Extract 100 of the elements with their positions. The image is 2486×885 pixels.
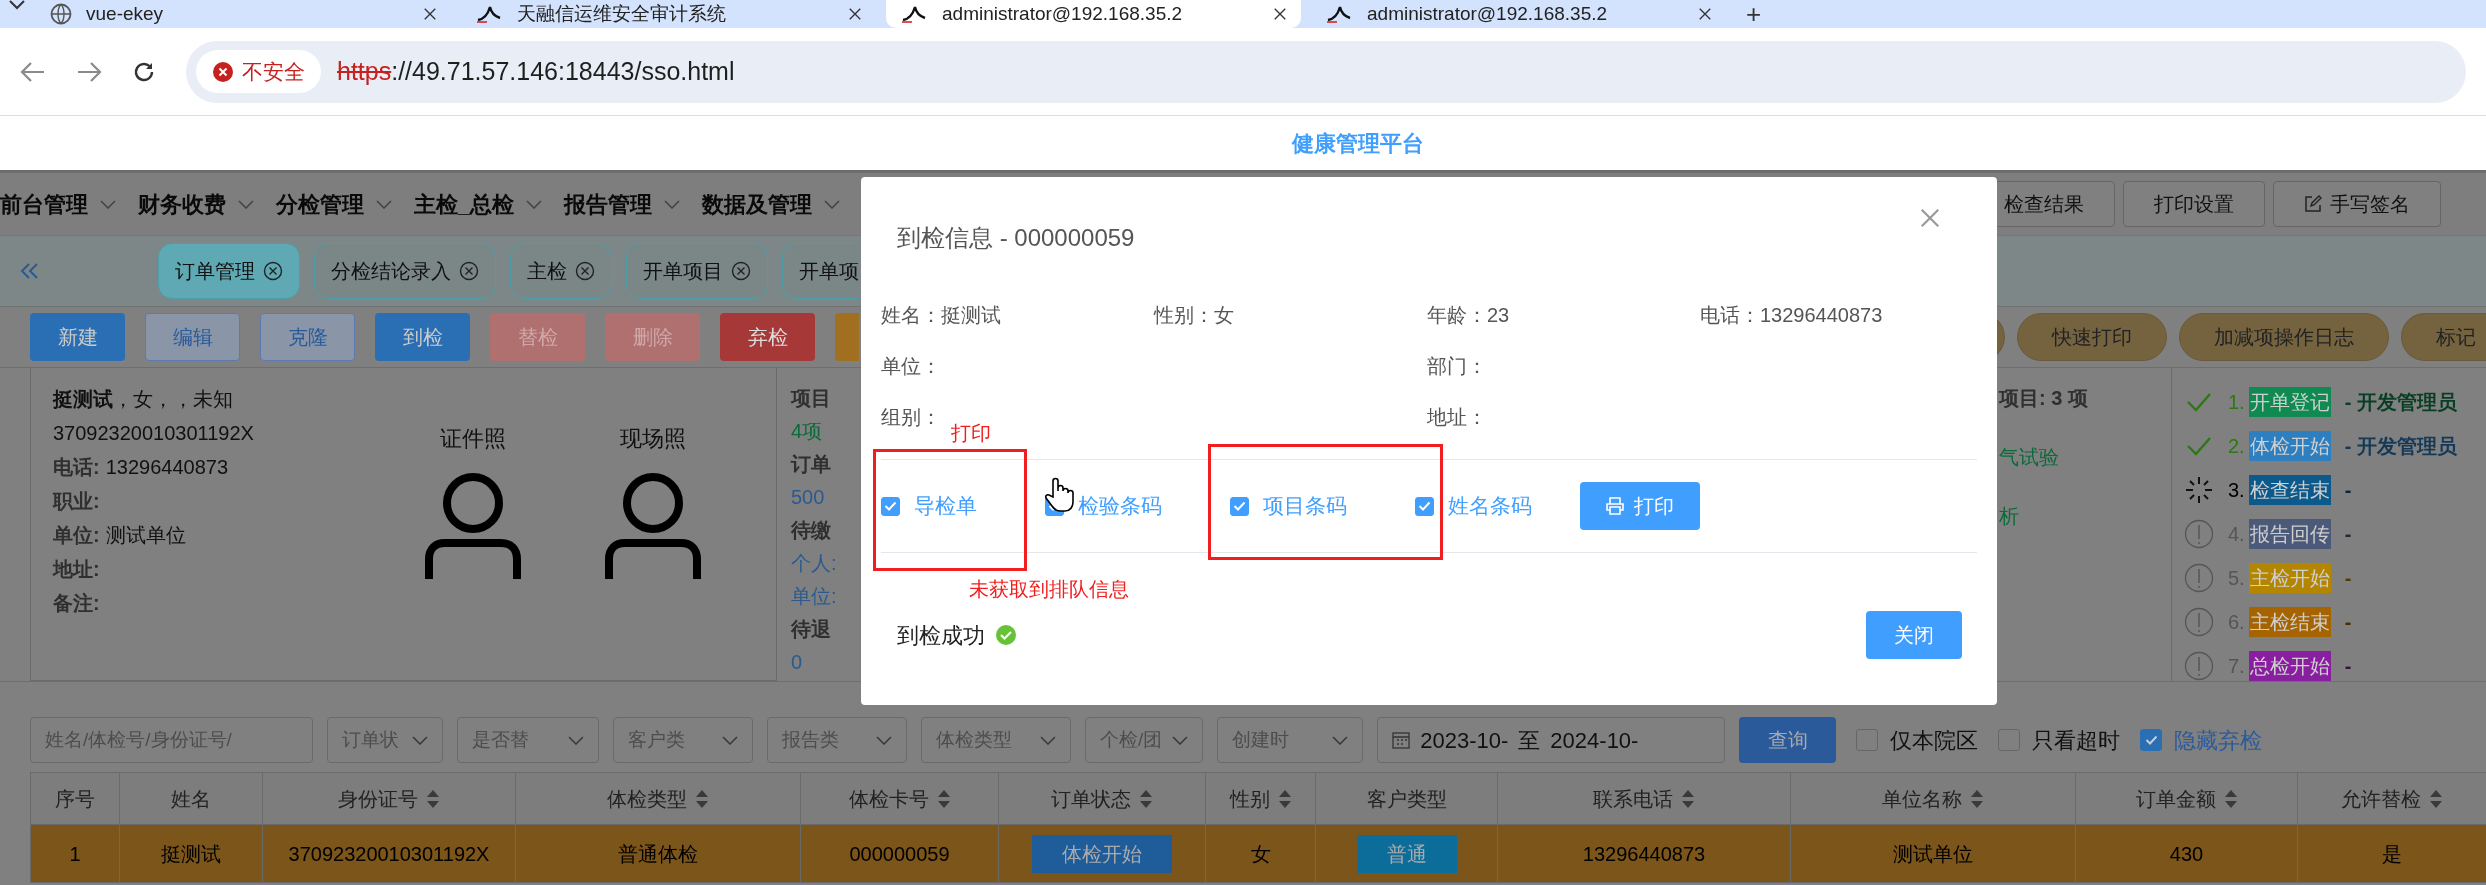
pill-button[interactable]: 加减项操作日志: [2179, 313, 2389, 361]
warning-icon: [212, 60, 234, 83]
header-label: 体检类型: [607, 786, 687, 812]
field-value: 13296440873: [105, 455, 229, 480]
close-icon[interactable]: [848, 7, 862, 21]
browser-tab[interactable]: vue-ekey: [36, 0, 451, 28]
patient-summary: 挺测试，女，，未知: [53, 387, 234, 412]
query-button[interactable]: 查询: [1739, 717, 1837, 763]
security-chip[interactable]: 不安全: [196, 49, 321, 94]
spinner-icon: [2184, 475, 2214, 505]
page-tab[interactable]: 主检: [510, 243, 612, 299]
operator-text: - 开发管理员: [2344, 390, 2457, 415]
browser-tab[interactable]: administrator@192.168.35.2: [886, 0, 1301, 28]
summary-label: 项目: 3 项: [1999, 386, 2089, 411]
page-tab[interactable]: 开单项: [782, 243, 859, 299]
hand-cursor-icon: [1044, 477, 1074, 513]
double-chevron-left-icon[interactable]: [20, 262, 40, 280]
close-button[interactable]: 关闭: [1866, 611, 1962, 659]
check-circle-icon: [995, 624, 1017, 646]
chevron-down-icon[interactable]: [8, 0, 26, 10]
header-label: 体检卡号: [848, 786, 929, 812]
checkbox-label: 导检单: [914, 493, 977, 520]
chevron-down-icon: [1332, 735, 1349, 745]
checkbox[interactable]: [881, 496, 900, 516]
toolbar-button[interactable]: 打印设置: [2123, 181, 2265, 227]
operator-text: -: [2344, 654, 2352, 679]
summary-label: 订单: [791, 452, 832, 477]
type-tag: 普通: [1356, 834, 1457, 873]
menu-item[interactable]: 分检管理: [276, 187, 392, 221]
field-value: 测试单位: [105, 523, 186, 548]
chevron-down-icon: [526, 199, 543, 209]
info-field: 年龄：23: [1427, 300, 1700, 330]
menu-item[interactable]: 前台管理: [0, 187, 116, 221]
table-cell: 挺测试: [119, 824, 263, 883]
pill-button[interactable]: 快速打印: [2017, 313, 2167, 361]
action-button[interactable]: 到检: [375, 313, 470, 361]
toolbar-button[interactable]: 手写签名: [2273, 181, 2441, 227]
info-field: 性别：女: [1154, 300, 1427, 330]
menu-item[interactable]: 报告管理: [564, 187, 681, 221]
check-icon: [884, 501, 897, 511]
checkbox-label: 项目条码: [1263, 493, 1347, 520]
browser-tab[interactable]: administrator@192.168.35.2: [1311, 0, 1726, 28]
chevron-down-icon: [664, 199, 681, 209]
action-button[interactable]: 弃检: [720, 313, 815, 361]
menu-label: 前台管理: [0, 190, 88, 219]
chevron-down-icon: [1040, 735, 1056, 745]
tab-title: administrator@192.168.35.2: [1367, 1, 1609, 26]
table-row[interactable]: 1 挺测试 37092320010301192X 普通体检 000000059 体检开始 女 普通 13296440873 测试单位 430 是: [30, 824, 2486, 883]
check-icon: [1418, 501, 1431, 511]
info-field: 电话：13296440873: [1700, 300, 1973, 330]
checkbox[interactable]: [2140, 729, 2163, 751]
checkbox[interactable]: [1998, 729, 2021, 751]
result-text: 到检成功: [897, 621, 985, 650]
checkbox-label: 隐藏弃检: [2174, 726, 2263, 755]
tab-title: 天融信运维安全审计系统: [517, 1, 727, 26]
page-tab[interactable]: 分检结论录入: [314, 243, 496, 299]
header-label: 订单金额: [2135, 786, 2216, 812]
pill-button[interactable]: 标记: [2401, 313, 2486, 361]
header-label: 身份证号: [338, 786, 418, 812]
chevron-down-icon: [876, 735, 892, 745]
address-bar[interactable]: 不安全 https://49.71.57.146:18443/sso.html: [186, 40, 2466, 103]
summary-value: 单位:: [791, 584, 837, 609]
menu-label: 数据及管理: [702, 190, 813, 219]
table-cell: 13296440873: [1497, 824, 1791, 883]
person-icon: [603, 471, 703, 581]
checkbox[interactable]: [1856, 729, 1879, 751]
field-label: 地址:: [53, 557, 100, 582]
id-number: 37092320010301192X: [53, 421, 255, 446]
print-button[interactable]: 打印: [1580, 482, 1700, 530]
menu-item[interactable]: 财务收费: [138, 187, 254, 221]
stage-tag: 开单登记: [2248, 387, 2331, 417]
check-icon: [1233, 501, 1246, 511]
action-button[interactable]: 新建: [30, 313, 125, 361]
browser-tab[interactable]: 天融信运维安全审计系统: [461, 0, 876, 28]
checkbox[interactable]: [1230, 496, 1249, 516]
header-label: 联系电话: [1593, 786, 1673, 812]
page-tab[interactable]: 订单管理: [158, 243, 300, 299]
globe-icon: [50, 3, 72, 25]
new-tab-button[interactable]: +: [1736, 0, 1772, 28]
calendar-icon: [1392, 731, 1411, 749]
operator-text: -: [2344, 478, 2352, 503]
status-tag: 体检开始: [1032, 834, 1172, 873]
chevron-down-icon: [238, 199, 254, 209]
step-number: 2.: [2228, 434, 2245, 459]
table-cell: 普通体检: [515, 824, 801, 883]
close-icon[interactable]: [263, 261, 283, 281]
summary-value: 4项: [791, 419, 824, 444]
page-tab[interactable]: 开单项目: [626, 243, 768, 299]
back-arrow-icon[interactable]: [20, 60, 46, 83]
close-icon[interactable]: [1273, 7, 1287, 21]
checkbox[interactable]: [1415, 496, 1434, 516]
close-icon[interactable]: [423, 7, 437, 21]
menu-item[interactable]: 数据及管理: [702, 187, 841, 221]
photo-caption: 现场照: [620, 425, 686, 453]
close-icon[interactable]: [1698, 7, 1712, 21]
menu-item[interactable]: 主检_总检: [414, 187, 543, 221]
forward-arrow-icon[interactable]: [76, 60, 102, 83]
header-label: 姓名: [171, 786, 211, 812]
date-range-field[interactable]: 2023-10- 至 2024-10-: [1377, 717, 1726, 763]
field-label: 备注:: [53, 591, 100, 616]
